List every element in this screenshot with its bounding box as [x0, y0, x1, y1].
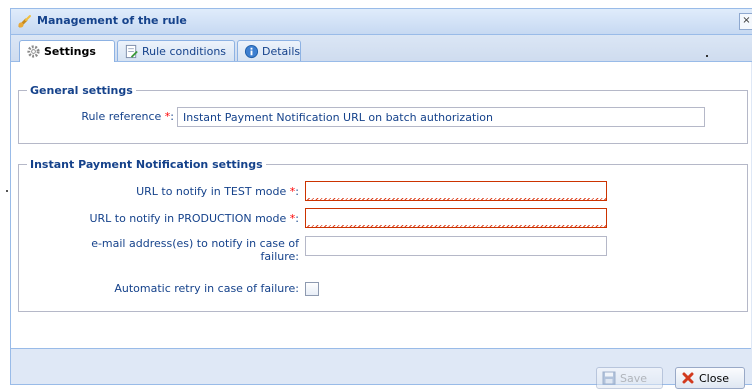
tab-details[interactable]: Details [237, 40, 301, 61]
gear-icon [27, 45, 40, 58]
tab-rule-conditions-label: Rule conditions [142, 45, 227, 58]
rule-management-window: Management of the rule × Settings Rule c… [10, 8, 752, 389]
settings-panel: General settings Rule reference *: Insta… [11, 62, 751, 349]
tab-settings-label: Settings [44, 45, 96, 58]
rule-reference-input[interactable]: Instant Payment Notification URL on batc… [177, 107, 705, 127]
rule-reference-label: Rule reference *: [81, 110, 174, 123]
tab-details-label: Details [262, 45, 301, 58]
wrench-icon [18, 15, 31, 28]
close-button-label: Close [699, 372, 729, 385]
document-edit-icon [125, 44, 138, 59]
general-settings-legend: General settings [27, 84, 136, 97]
url-test-label: URL to notify in TEST mode *: [136, 185, 299, 198]
save-button-label: Save [620, 372, 648, 385]
tabstrip-dot [706, 55, 708, 57]
close-button[interactable]: Close [675, 367, 745, 389]
info-icon [244, 44, 259, 59]
url-production-label: URL to notify in PRODUCTION mode *: [89, 212, 299, 225]
tab-rule-conditions[interactable]: Rule conditions [117, 40, 235, 61]
retry-label: Automatic retry in case of failure: [114, 282, 299, 295]
url-test-input[interactable] [305, 181, 607, 201]
retry-checkbox[interactable] [305, 282, 319, 296]
window-title: Management of the rule [37, 14, 187, 27]
left-edge-mark [6, 190, 8, 192]
tab-settings[interactable]: Settings [19, 40, 115, 62]
window-titlebar[interactable]: Management of the rule × [11, 9, 752, 35]
save-button[interactable]: Save [596, 367, 663, 389]
url-production-input[interactable] [305, 208, 607, 228]
email-label: e-mail address(es) to notify in case of … [91, 237, 299, 263]
window-close-icon[interactable]: × [739, 13, 752, 30]
email-input[interactable] [305, 236, 607, 256]
ipn-settings-legend: Instant Payment Notification settings [27, 158, 266, 171]
tab-strip: Settings Rule conditions Details [11, 35, 752, 62]
